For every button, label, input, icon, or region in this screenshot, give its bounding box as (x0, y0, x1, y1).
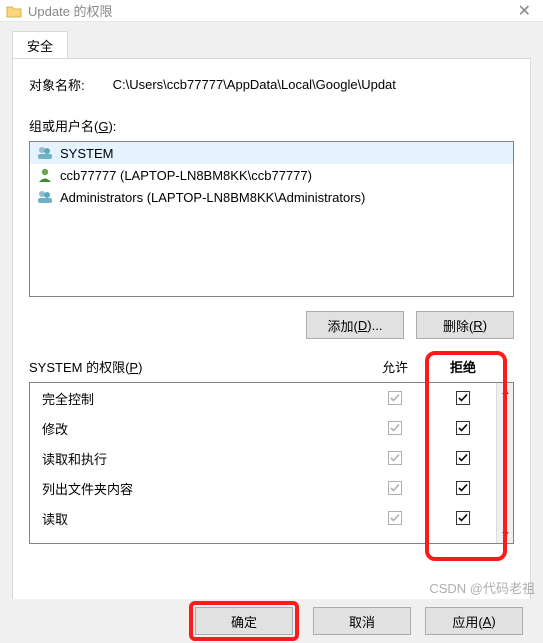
list-item-label: ccb77777 (LAPTOP-LN8BM8KK\ccb77777) (60, 168, 312, 183)
remove-button[interactable]: 删除(R) (416, 311, 514, 339)
allow-checkbox[interactable] (388, 451, 402, 465)
allow-checkbox[interactable] (388, 421, 402, 435)
permissions-area: SYSTEM 的权限(P) 允许 拒绝 完全控制 修改 (29, 357, 514, 544)
deny-checkbox[interactable] (456, 481, 470, 495)
user-icon (36, 167, 54, 183)
list-item[interactable]: ccb77777 (LAPTOP-LN8BM8KK\ccb77777) (30, 164, 513, 186)
scroll-down-icon[interactable] (497, 526, 513, 543)
annotation-ok-highlight: 确定 (189, 601, 299, 641)
list-item-label: Administrators (LAPTOP-LN8BM8KK\Administ… (60, 190, 365, 205)
allow-checkbox[interactable] (388, 391, 402, 405)
groups-label-suffix: ): (108, 119, 116, 134)
apply-button-prefix: 应用( (452, 612, 482, 631)
permission-row: 修改 (30, 413, 496, 443)
group-icon (36, 189, 54, 205)
remove-button-suffix: ) (483, 318, 487, 333)
column-deny: 拒绝 (430, 357, 496, 376)
users-buttons: 添加(D)... 删除(R) (29, 311, 514, 339)
object-label: 对象名称: (29, 75, 85, 94)
permission-row: 列出文件夹内容 (30, 473, 496, 503)
permissions-box: 完全控制 修改 读取和执行 列出文件夹内 (29, 382, 514, 544)
remove-button-accesskey: R (473, 318, 482, 333)
group-icon (36, 145, 54, 161)
groups-label-accesskey: G (98, 119, 108, 134)
deny-checkbox[interactable] (456, 511, 470, 525)
permission-name: 读取 (42, 509, 360, 528)
permission-name: 修改 (42, 419, 360, 438)
deny-checkbox[interactable] (456, 391, 470, 405)
list-item[interactable]: SYSTEM (30, 142, 513, 164)
permissions-title: SYSTEM 的权限(P) (29, 357, 360, 376)
add-button-suffix: )... (367, 318, 382, 333)
scroll-track[interactable] (497, 400, 513, 526)
apply-button-suffix: ) (491, 614, 495, 629)
add-button-accesskey: D (358, 318, 367, 333)
tab-row: 安全 (12, 30, 531, 58)
ok-button[interactable]: 确定 (195, 607, 293, 635)
object-path: C:\Users\ccb77777\AppData\Local\Google\U… (113, 77, 396, 92)
cancel-button[interactable]: 取消 (313, 607, 411, 635)
list-item-label: SYSTEM (60, 146, 113, 161)
permissions-header: SYSTEM 的权限(P) 允许 拒绝 (29, 357, 514, 376)
column-allow: 允许 (360, 357, 430, 376)
dialog-body: 安全 对象名称: C:\Users\ccb77777\AppData\Local… (0, 22, 543, 618)
permission-name: 读取和执行 (42, 449, 360, 468)
permission-row: 读取和执行 (30, 443, 496, 473)
close-icon[interactable]: ✕ (512, 1, 537, 21)
object-row: 对象名称: C:\Users\ccb77777\AppData\Local\Go… (29, 75, 514, 94)
permissions-title-accesskey: P (129, 360, 138, 375)
window-title: Update 的权限 (28, 1, 113, 20)
deny-checkbox[interactable] (456, 451, 470, 465)
permission-row: 读取 (30, 503, 496, 533)
allow-checkbox[interactable] (388, 481, 402, 495)
permissions-scrollbar[interactable] (496, 383, 513, 543)
titlebar: Update 的权限 ✕ (0, 0, 543, 22)
permission-name: 完全控制 (42, 389, 360, 408)
tab-panel: 对象名称: C:\Users\ccb77777\AppData\Local\Go… (12, 58, 531, 618)
tab-security[interactable]: 安全 (12, 31, 68, 59)
deny-checkbox[interactable] (456, 421, 470, 435)
permissions-title-suffix: ) (138, 360, 142, 375)
groups-label-prefix: 组或用户名( (29, 119, 98, 134)
users-listbox[interactable]: SYSTEM ccb77777 (LAPTOP-LN8BM8KK\ccb7777… (29, 141, 514, 297)
permission-row: 完全控制 (30, 383, 496, 413)
add-button[interactable]: 添加(D)... (306, 311, 404, 339)
allow-checkbox[interactable] (388, 511, 402, 525)
remove-button-prefix: 删除( (443, 316, 473, 335)
scroll-up-icon[interactable] (497, 383, 513, 400)
add-button-prefix: 添加( (328, 316, 358, 335)
permissions-list: 完全控制 修改 读取和执行 列出文件夹内 (30, 383, 496, 543)
apply-button-accesskey: A (483, 614, 492, 629)
list-item[interactable]: Administrators (LAPTOP-LN8BM8KK\Administ… (30, 186, 513, 208)
apply-button[interactable]: 应用(A) (425, 607, 523, 635)
permissions-title-prefix: SYSTEM 的权限( (29, 360, 129, 375)
permission-name: 列出文件夹内容 (42, 479, 360, 498)
dialog-buttons: 确定 取消 应用(A) (0, 599, 543, 643)
groups-label: 组或用户名(G): (29, 116, 514, 135)
folder-icon (6, 4, 22, 18)
